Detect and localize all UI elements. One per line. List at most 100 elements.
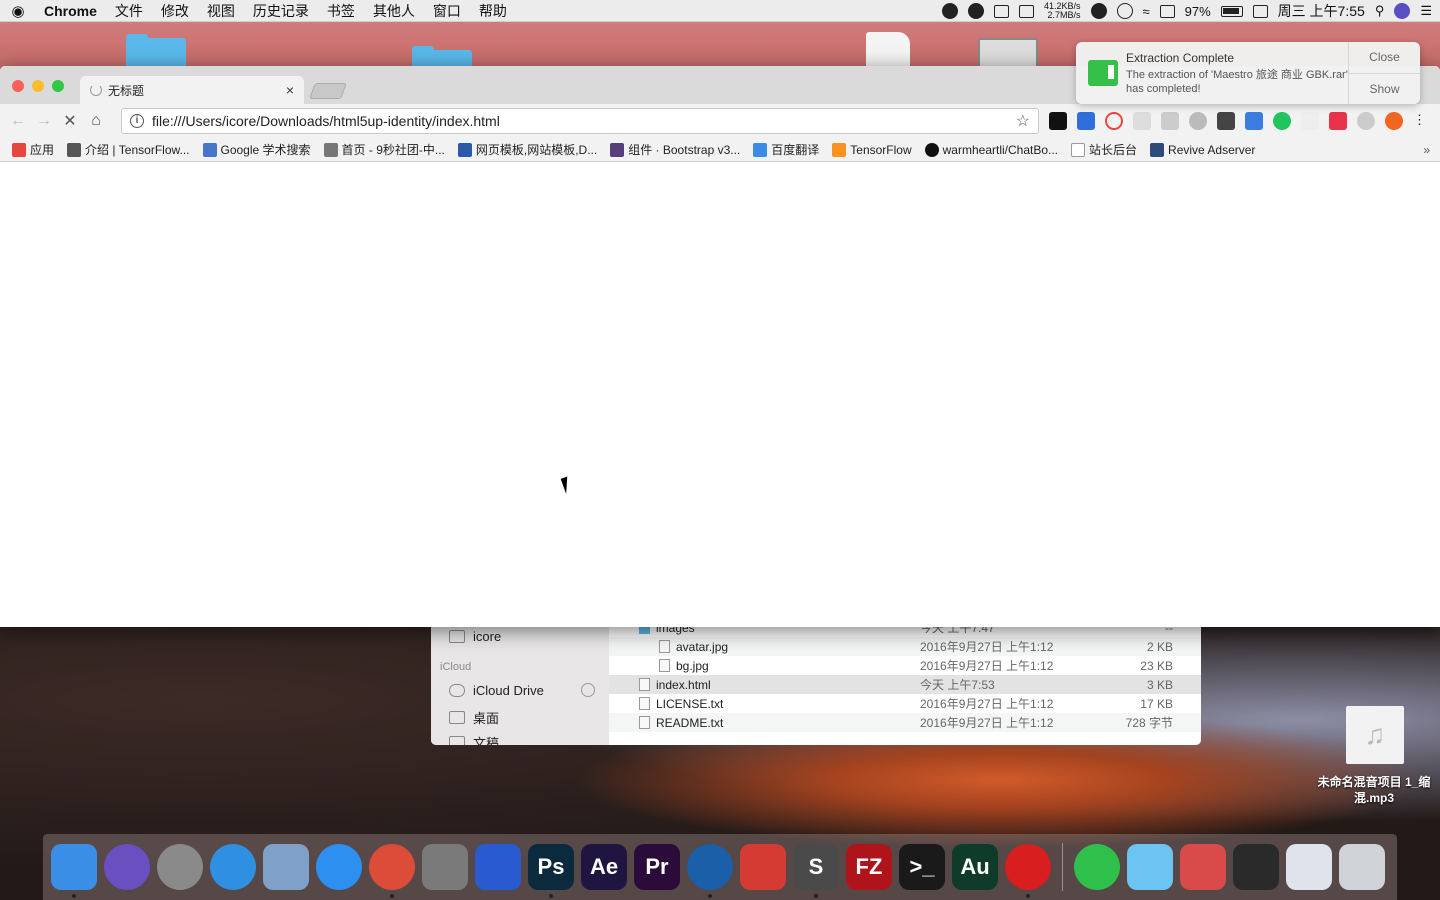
extension-icon[interactable] xyxy=(1049,112,1067,130)
forward-icon[interactable]: → xyxy=(31,112,57,130)
dock-preview-icon[interactable] xyxy=(263,844,309,890)
bookmark-item[interactable]: 组件 · Bootstrap v3... xyxy=(610,141,740,158)
page-viewport[interactable] xyxy=(0,163,1440,627)
bookmark-item[interactable]: TensorFlow xyxy=(832,142,912,157)
audio-file-icon[interactable]: ♫ xyxy=(1346,706,1404,764)
bookmark-item[interactable]: 介绍 | TensorFlow... xyxy=(67,141,190,158)
extension-icon[interactable] xyxy=(1161,112,1179,130)
dock-finder-icon[interactable] xyxy=(51,844,97,898)
bookmark-item[interactable]: warmheartli/ChatBo... xyxy=(924,142,1058,157)
tab-close-icon[interactable]: × xyxy=(286,82,294,98)
extension-icon[interactable] xyxy=(1245,112,1263,130)
bookmark-item[interactable]: 首页 - 9秒社团-中... xyxy=(323,141,445,158)
bookmark-item[interactable]: Google 学术搜索 xyxy=(202,141,311,158)
record-icon[interactable] xyxy=(941,3,958,19)
battery-percent[interactable]: 97% xyxy=(1185,4,1211,19)
qr-code-icon[interactable] xyxy=(1217,112,1235,130)
bookmark-item[interactable]: 站长后台 xyxy=(1071,141,1137,158)
bookmarks-overflow-icon[interactable]: » xyxy=(1423,143,1430,157)
desktop-folder-icon[interactable] xyxy=(126,34,186,68)
menu-people[interactable]: 其他人 xyxy=(364,1,424,21)
window-minimize-button[interactable] xyxy=(32,80,44,92)
dock-chrome-icon[interactable] xyxy=(369,844,415,898)
creative-cloud-icon[interactable] xyxy=(1090,3,1107,19)
extension-icon[interactable] xyxy=(1133,112,1151,130)
dock-premiere-icon[interactable]: Pr xyxy=(634,844,680,890)
menu-history[interactable]: 历史记录 xyxy=(244,1,318,21)
dock-launchpad-icon[interactable] xyxy=(157,844,203,890)
dock-siri-icon[interactable] xyxy=(104,844,150,890)
stats-icon[interactable] xyxy=(1018,4,1034,18)
menu-window[interactable]: 窗口 xyxy=(424,1,470,21)
extension-icon[interactable] xyxy=(1077,112,1095,130)
table-row[interactable]: bg.jpg 2016年9月27日 上午1:12 23 KB xyxy=(609,656,1201,675)
notification-close-button[interactable]: Close xyxy=(1349,42,1420,74)
notification-banner[interactable]: Extraction Complete The extraction of 'M… xyxy=(1076,42,1420,104)
dock-downloads-stack-icon[interactable] xyxy=(1286,844,1332,890)
dock-system-preferences-icon[interactable] xyxy=(422,844,468,890)
menu-edit[interactable]: 修改 xyxy=(152,1,198,21)
siri-icon[interactable] xyxy=(1394,3,1411,19)
extension-icon[interactable] xyxy=(1273,112,1291,130)
dock-trash-icon[interactable] xyxy=(1339,844,1385,890)
dock-screenshot-stack-icon[interactable] xyxy=(1180,844,1226,890)
extension-icon[interactable] xyxy=(1385,112,1403,130)
stop-icon[interactable]: ✕ xyxy=(57,111,83,131)
dock-audition-icon[interactable]: Au xyxy=(952,844,998,890)
dock-quicktime-icon[interactable] xyxy=(687,844,733,898)
airplay-icon[interactable] xyxy=(1159,4,1175,18)
sidebar-item-desktop[interactable]: 桌面 xyxy=(449,708,499,727)
dock-filezilla-icon[interactable]: FZ xyxy=(846,844,892,890)
table-row[interactable]: avatar.jpg 2016年9月27日 上午1:12 2 KB xyxy=(609,637,1201,656)
table-row[interactable]: index.html 今天 上午7:53 3 KB xyxy=(609,675,1201,694)
menu-bookmarks[interactable]: 书签 xyxy=(318,1,364,21)
bookmark-item[interactable]: Revive Adserver xyxy=(1150,142,1255,157)
bookmark-apps[interactable]: 应用 xyxy=(12,141,54,158)
bookmark-item[interactable]: 网页模板,网站模板,D... xyxy=(457,141,597,158)
apple-menu-icon[interactable]: ◉ xyxy=(0,2,36,20)
dock-netease-music-icon[interactable] xyxy=(1005,844,1051,898)
home-icon[interactable]: ⌂ xyxy=(83,112,109,130)
sidebar-item-documents[interactable]: 文稿 xyxy=(449,733,499,745)
network-speed[interactable]: 41.2KB/s 2.7MB/s xyxy=(1044,2,1081,20)
window-close-button[interactable] xyxy=(12,80,24,92)
tab-active[interactable]: 无标题 × xyxy=(80,76,304,104)
extension-icon[interactable] xyxy=(1301,112,1319,130)
dock-sync-icon[interactable] xyxy=(1074,844,1120,890)
menu-file[interactable]: 文件 xyxy=(106,1,152,21)
desktop-document-icon[interactable] xyxy=(866,32,910,66)
battery-icon[interactable] xyxy=(1220,5,1243,17)
chrome-menu-icon[interactable]: ⋮ xyxy=(1413,112,1426,130)
table-row[interactable]: images 今天 上午7:47 -- xyxy=(609,627,1201,637)
time-machine-icon[interactable] xyxy=(1116,3,1133,19)
dock-terminal-icon[interactable]: >_ xyxy=(899,844,945,890)
gear-icon[interactable] xyxy=(993,4,1009,18)
new-tab-button[interactable] xyxy=(309,83,347,99)
menu-view[interactable]: 视图 xyxy=(198,1,244,21)
sidebar-item-home[interactable]: icore xyxy=(449,629,501,644)
table-row[interactable]: LICENSE.txt 2016年9月27日 上午1:12 17 KB xyxy=(609,694,1201,713)
clock[interactable]: 周三 上午7:55 xyxy=(1278,1,1365,21)
notification-show-button[interactable]: Show xyxy=(1349,74,1420,105)
dock-photoshop-icon[interactable]: Ps xyxy=(528,844,574,898)
dock-remote-desktop-icon[interactable] xyxy=(740,844,786,890)
input-method-icon[interactable] xyxy=(1252,4,1268,18)
extension-icon[interactable] xyxy=(1189,112,1207,130)
extension-icon[interactable] xyxy=(1329,112,1347,130)
wifi-icon[interactable]: ≈ xyxy=(1143,4,1150,19)
extension-icon[interactable] xyxy=(1357,112,1375,130)
bookmark-star-icon[interactable]: ☆ xyxy=(1016,111,1030,131)
dock-sublime-icon[interactable]: S xyxy=(793,844,839,898)
back-icon[interactable]: ← xyxy=(5,112,31,130)
info-icon[interactable]: i xyxy=(130,114,144,128)
menu-help[interactable]: 帮助 xyxy=(470,1,516,21)
dock-screenshot-stack-2-icon[interactable] xyxy=(1233,844,1279,890)
menu-app-name[interactable]: Chrome xyxy=(36,3,106,19)
extension-icon[interactable] xyxy=(1105,112,1123,130)
bookmark-item[interactable]: 百度翻译 xyxy=(753,141,819,158)
spotlight-icon[interactable]: ⚲ xyxy=(1375,3,1385,19)
window-zoom-button[interactable] xyxy=(52,80,64,92)
dock-folder-icon[interactable] xyxy=(1127,844,1173,890)
pin-icon[interactable] xyxy=(967,3,984,19)
notification-center-icon[interactable]: ☰ xyxy=(1420,3,1432,19)
